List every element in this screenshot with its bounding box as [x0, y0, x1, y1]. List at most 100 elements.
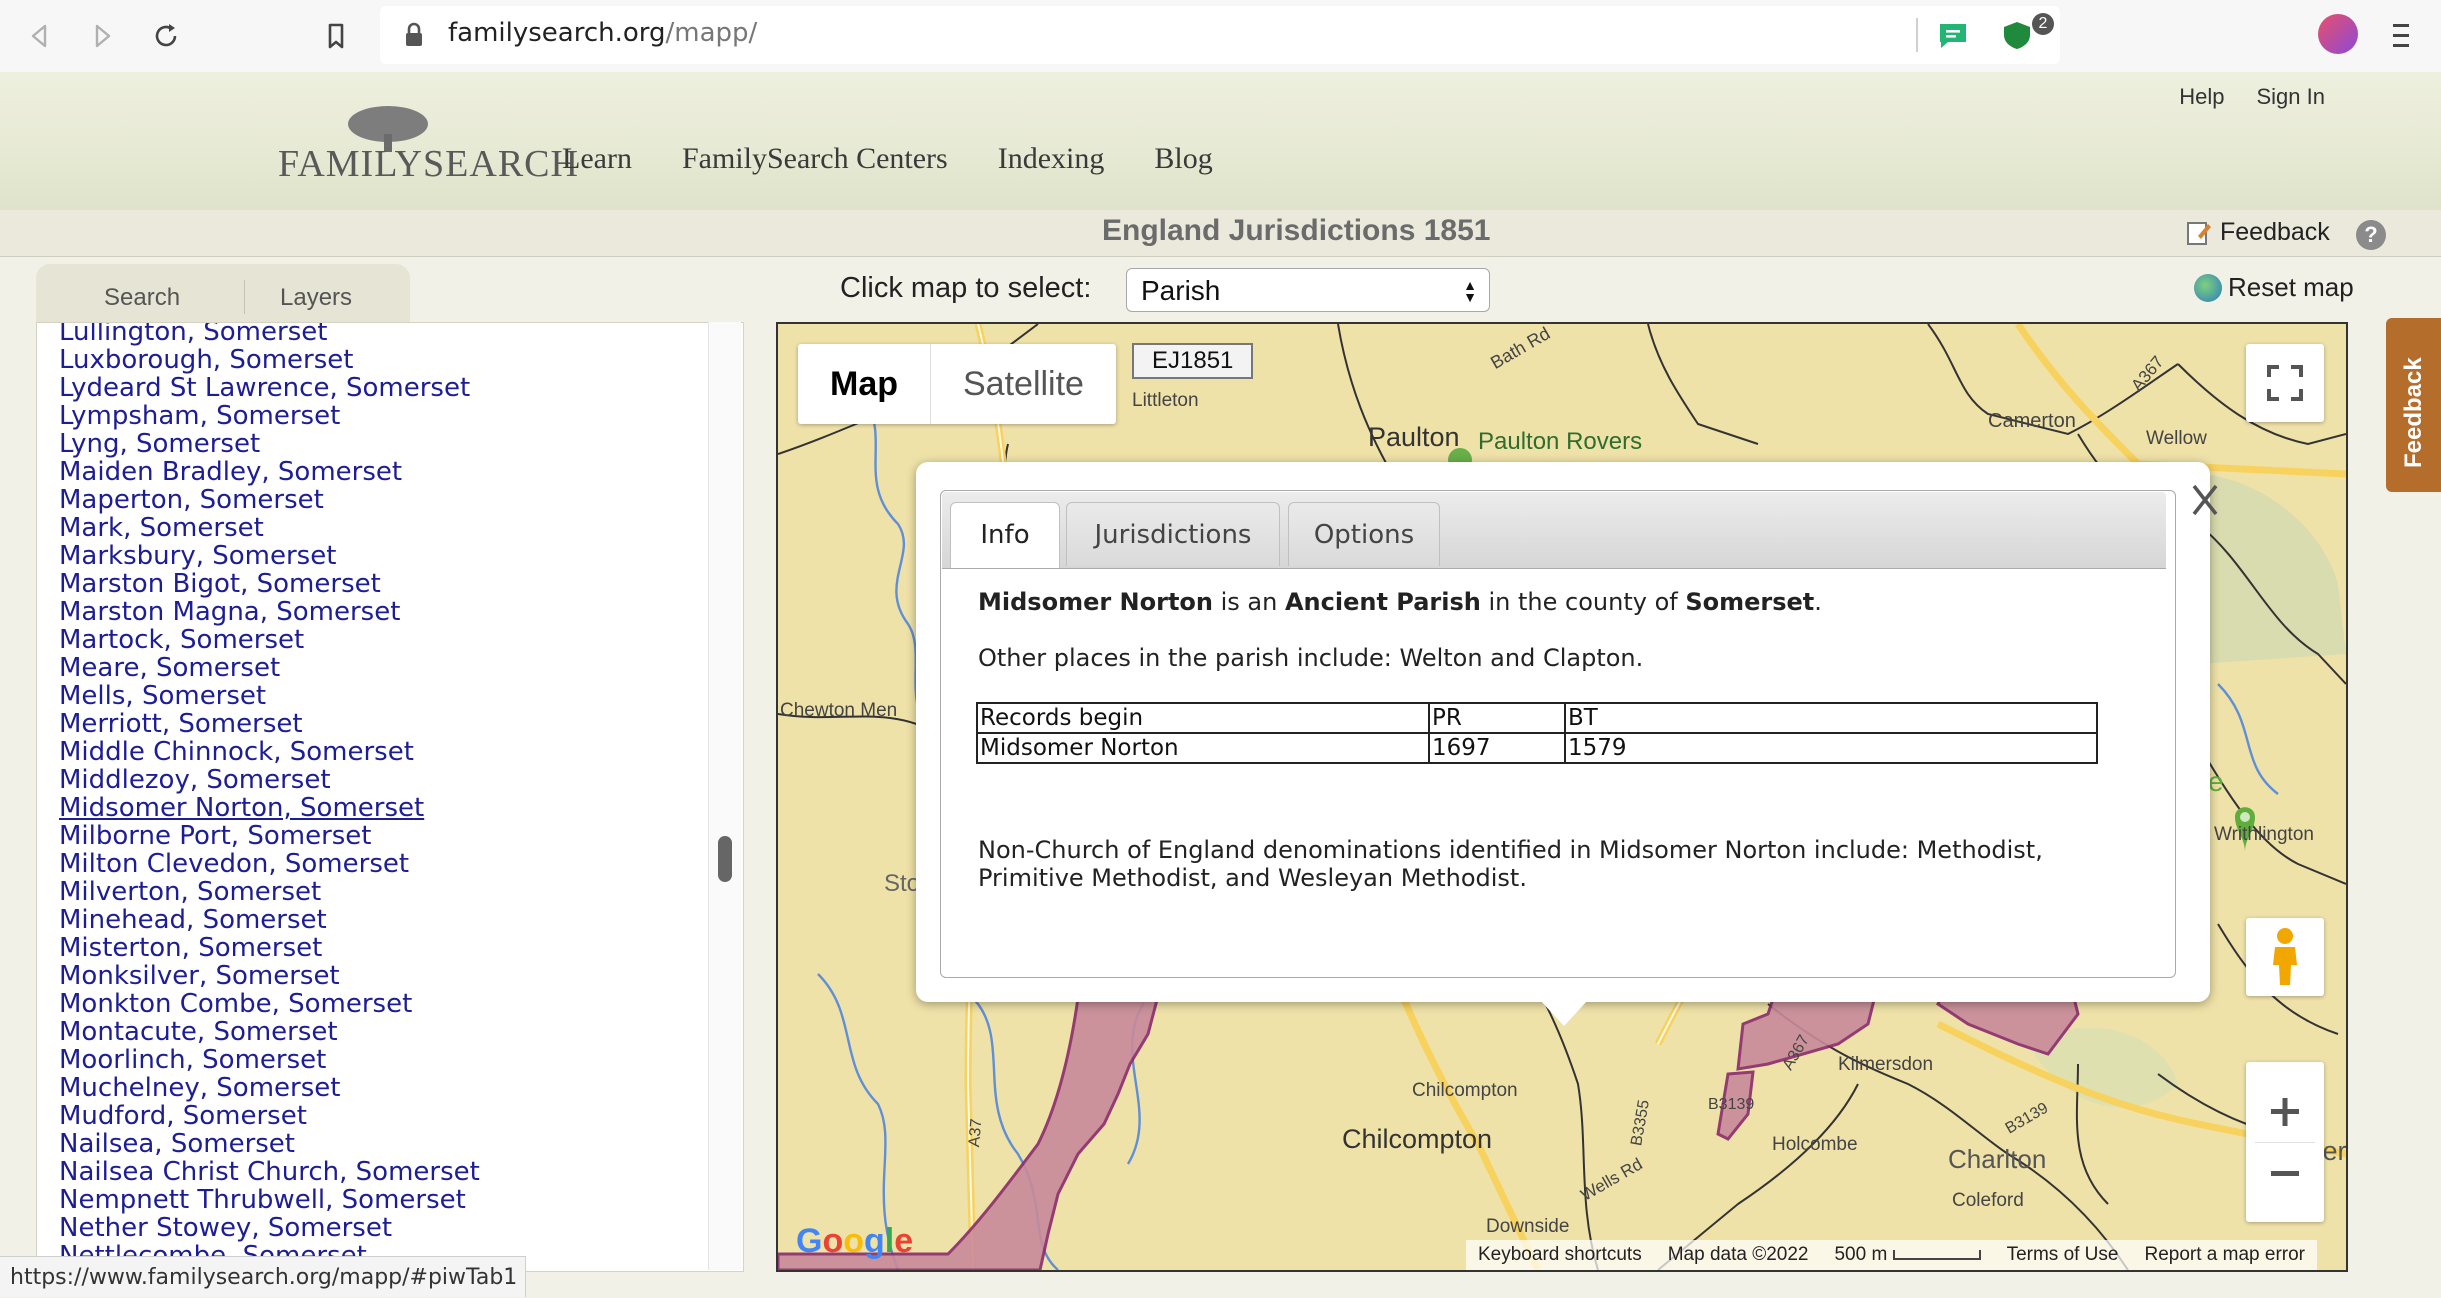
- tab-jurisdictions[interactable]: Jurisdictions: [1066, 502, 1280, 566]
- main-nav: Learn FamilySearch Centers Indexing Blog: [562, 142, 1213, 176]
- url-text[interactable]: familysearch.org/mapp/: [448, 18, 757, 48]
- zoom-out-icon[interactable]: [2265, 1143, 2305, 1203]
- info-window-pointer: [1540, 1000, 1588, 1026]
- map-type-satellite-button[interactable]: Satellite: [931, 344, 1116, 424]
- list-item[interactable]: Moorlinch, Somerset: [59, 1046, 480, 1074]
- map-data-text: Map data ©2022: [1667, 1244, 1809, 1265]
- fullscreen-icon: [2267, 365, 2303, 401]
- map-type-map-button[interactable]: Map: [798, 344, 931, 424]
- back-icon[interactable]: [18, 14, 62, 58]
- reset-map-label: Reset map: [2228, 272, 2354, 302]
- table-row: Records begin PR BT: [976, 702, 2098, 734]
- list-item[interactable]: Monkton Combe, Somerset: [59, 990, 480, 1018]
- feedback-label: Feedback: [2220, 218, 2330, 246]
- address-bar[interactable]: familysearch.org/mapp/: [380, 6, 2060, 64]
- list-item[interactable]: Monksilver, Somerset: [59, 962, 480, 990]
- map-type-control: Map Satellite: [798, 344, 1116, 424]
- map-label-camerton: Camerton: [1988, 410, 2076, 432]
- list-item[interactable]: Minehead, Somerset: [59, 906, 480, 934]
- list-item[interactable]: Lullington, Somerset: [59, 323, 480, 346]
- list-item[interactable]: Middle Chinnock, Somerset: [59, 738, 480, 766]
- list-item[interactable]: Mudford, Somerset: [59, 1102, 480, 1130]
- table-cell: 1579: [1564, 732, 2098, 764]
- terms-link[interactable]: Terms of Use: [2007, 1244, 2119, 1266]
- nav-blog[interactable]: Blog: [1154, 142, 1212, 176]
- list-item[interactable]: Nempnett Thrubwell, Somerset: [59, 1186, 480, 1214]
- fullscreen-button[interactable]: [2246, 344, 2324, 422]
- feedback-link[interactable]: Feedback: [2186, 218, 2330, 247]
- place-list-scrollbar[interactable]: [708, 322, 741, 1270]
- list-item[interactable]: Marston Bigot, Somerset: [59, 570, 480, 598]
- place-list: Lullington, Somerset Luxborough, Somerset…: [59, 323, 480, 1270]
- bookmark-icon[interactable]: [314, 14, 358, 58]
- logo-text: FAMILYSEARCH: [278, 143, 579, 185]
- tab-search[interactable]: Search: [104, 284, 180, 312]
- reset-map-button[interactable]: Reset map: [2194, 272, 2354, 303]
- table-cell: 1697: [1428, 732, 1566, 764]
- panel-tabs: Search Layers: [36, 264, 410, 324]
- tab-layers[interactable]: Layers: [244, 284, 352, 312]
- list-item[interactable]: Lyng, Somerset: [59, 430, 480, 458]
- help-link[interactable]: Help: [2179, 84, 2224, 110]
- selection-type-select[interactable]: Parish ▲ ▼: [1126, 268, 1490, 312]
- report-error-link[interactable]: Report a map error: [2144, 1244, 2305, 1266]
- list-item[interactable]: Nailsea Christ Church, Somerset: [59, 1158, 480, 1186]
- map-label-coleford: Coleford: [1952, 1190, 2024, 1211]
- list-item[interactable]: Nailsea, Somerset: [59, 1130, 480, 1158]
- map-label-downside: Downside: [1486, 1216, 1570, 1237]
- list-item[interactable]: Meare, Somerset: [59, 654, 480, 682]
- list-item[interactable]: Milverton, Somerset: [59, 878, 480, 906]
- map-label-charlton: Charlton: [1948, 1144, 2047, 1174]
- list-item[interactable]: Maperton, Somerset: [59, 486, 480, 514]
- menu-icon[interactable]: [2384, 18, 2418, 54]
- list-item[interactable]: Midsomer Norton, Somerset: [59, 794, 480, 822]
- reload-icon[interactable]: [144, 14, 188, 58]
- list-item[interactable]: Merriott, Somerset: [59, 710, 480, 738]
- list-item[interactable]: Lympsham, Somerset: [59, 402, 480, 430]
- list-item[interactable]: Montacute, Somerset: [59, 1018, 480, 1046]
- keyboard-shortcuts-link[interactable]: Keyboard shortcuts: [1478, 1244, 1642, 1266]
- shield-extension-icon[interactable]: [2000, 20, 2034, 50]
- list-item[interactable]: Mark, Somerset: [59, 514, 480, 542]
- chat-extension-icon[interactable]: [1936, 20, 1970, 50]
- nav-familysearch-centers[interactable]: FamilySearch Centers: [682, 142, 948, 176]
- table-cell: BT: [1564, 702, 2098, 734]
- list-item[interactable]: Luxborough, Somerset: [59, 346, 480, 374]
- list-item[interactable]: Misterton, Somerset: [59, 934, 480, 962]
- list-item[interactable]: Marksbury, Somerset: [59, 542, 480, 570]
- nav-learn[interactable]: Learn: [562, 142, 632, 176]
- nav-indexing[interactable]: Indexing: [998, 142, 1105, 176]
- sign-in-link[interactable]: Sign In: [2257, 84, 2326, 110]
- browser-toolbar: familysearch.org/mapp/ 2: [0, 0, 2441, 73]
- map-label-chilcompton-small: Chilcompton: [1412, 1080, 1518, 1101]
- list-item[interactable]: Marston Magna, Somerset: [59, 598, 480, 626]
- street-view-pegman[interactable]: [2246, 918, 2324, 996]
- map-label-littleton: Littleton: [1132, 390, 1199, 411]
- side-feedback-tab[interactable]: Feedback: [2386, 318, 2441, 492]
- tab-info[interactable]: Info: [950, 502, 1060, 568]
- forward-icon[interactable]: [80, 14, 124, 58]
- map-label-a37: A37: [966, 1118, 986, 1148]
- table-cell: Records begin: [976, 702, 1430, 734]
- map-label-paulton-rovers: Paulton Rovers: [1478, 428, 1643, 455]
- close-icon[interactable]: [2190, 478, 2220, 522]
- scale-bar[interactable]: 500 m: [1834, 1244, 1981, 1266]
- list-item[interactable]: Milborne Port, Somerset: [59, 822, 480, 850]
- list-item[interactable]: Nether Stowey, Somerset: [59, 1214, 480, 1242]
- list-item[interactable]: Lydeard St Lawrence, Somerset: [59, 374, 480, 402]
- site-header: FAMILYSEARCH Learn FamilySearch Centers …: [0, 72, 2441, 212]
- select-value: Parish: [1141, 275, 1221, 306]
- profile-avatar[interactable]: [2318, 14, 2358, 54]
- list-item[interactable]: Muchelney, Somerset: [59, 1074, 480, 1102]
- list-item[interactable]: Middlezoy, Somerset: [59, 766, 480, 794]
- help-icon[interactable]: ?: [2356, 220, 2386, 250]
- globe-icon: [2194, 273, 2222, 302]
- list-item[interactable]: Milton Clevedon, Somerset: [59, 850, 480, 878]
- list-item[interactable]: Mells, Somerset: [59, 682, 480, 710]
- list-item[interactable]: Maiden Bradley, Somerset: [59, 458, 480, 486]
- tab-options[interactable]: Options: [1288, 502, 1440, 566]
- list-item[interactable]: Martock, Somerset: [59, 626, 480, 654]
- scrollbar-thumb[interactable]: [718, 836, 732, 882]
- zoom-in-icon[interactable]: [2265, 1082, 2305, 1142]
- familysearch-logo[interactable]: FAMILYSEARCH: [278, 102, 578, 185]
